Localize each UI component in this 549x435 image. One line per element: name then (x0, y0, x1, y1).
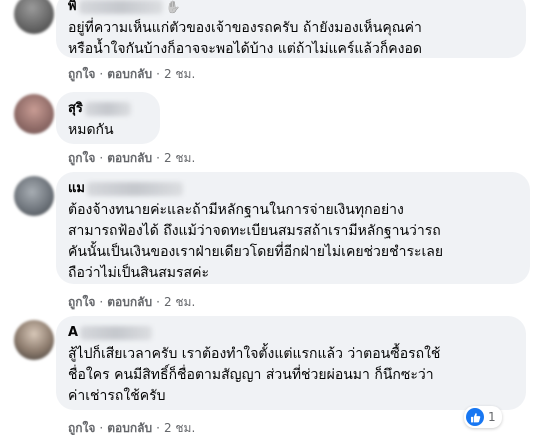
separator: · (99, 295, 104, 309)
reply-link[interactable]: ตอบกลับ (107, 151, 152, 165)
timestamp[interactable]: 2 ชม. (164, 421, 195, 435)
author-name[interactable]: A (68, 324, 78, 342)
name-redaction (80, 326, 153, 340)
separator: · (156, 295, 160, 309)
reaction-badge[interactable]: 1 (464, 406, 502, 428)
comment-text: สู้ไปก็เสียเวลาครับ เราต้องทำใจตั้งแต่แร… (68, 346, 441, 404)
like-link[interactable]: ถูกใจ (68, 295, 95, 309)
author-name[interactable]: พิ (68, 0, 77, 16)
reply-link[interactable]: ตอบกลับ (107, 421, 152, 435)
like-thumb-icon (466, 408, 484, 426)
like-link[interactable]: ถูกใจ (68, 151, 95, 165)
comment-actions: ถูกใจ · ตอบกลับ · 2 ชม. (68, 150, 195, 166)
hand-emoji-icon: ✋ (165, 0, 181, 14)
author-name[interactable]: แม (68, 180, 85, 198)
comment-actions: ถูกใจ · ตอบกลับ · 2 ชม. (68, 66, 195, 82)
reply-link[interactable]: ตอบกลับ (107, 67, 152, 81)
timestamp[interactable]: 2 ชม. (164, 295, 195, 309)
comment-bubble: สุริ หมดกัน (56, 92, 160, 144)
comment-bubble: พิ ✋ อยู่ที่ความเห็นแก่ตัวของเจ้าของรถคร… (56, 0, 526, 58)
comment-text: หมดกัน (68, 122, 114, 138)
like-link[interactable]: ถูกใจ (68, 421, 95, 435)
author-row: พิ ✋ (68, 0, 514, 16)
separator: · (99, 67, 104, 81)
comment-bubble: A สู้ไปก็เสียเวลาครับ เราต้องทำใจตั้งแต่… (56, 316, 526, 410)
comment-text: ต้องจ้างทนายค่ะและถ้ามีหลักฐานในการจ่ายเ… (68, 202, 444, 281)
separator: · (156, 421, 160, 435)
separator: · (156, 151, 160, 165)
timestamp[interactable]: 2 ชม. (164, 151, 195, 165)
separator: · (99, 151, 104, 165)
avatar[interactable] (14, 94, 54, 134)
comment-actions: ถูกใจ · ตอบกลับ · 2 ชม. (68, 420, 195, 435)
separator: · (156, 67, 160, 81)
name-redaction (84, 102, 131, 116)
avatar[interactable] (14, 176, 54, 216)
comment-bubble: แม ต้องจ้างทนายค่ะและถ้ามีหลักฐานในการจ่… (56, 172, 530, 284)
author-row: แม (68, 180, 518, 198)
name-redaction (86, 182, 183, 196)
timestamp[interactable]: 2 ชม. (164, 67, 195, 81)
author-name[interactable]: สุริ (68, 100, 83, 118)
author-row: สุริ (68, 100, 148, 118)
avatar[interactable] (14, 0, 54, 34)
comment-text: อยู่ที่ความเห็นแก่ตัวของเจ้าของรถครับ ถ้… (68, 20, 423, 57)
like-link[interactable]: ถูกใจ (68, 67, 95, 81)
reply-link[interactable]: ตอบกลับ (107, 295, 152, 309)
avatar[interactable] (14, 320, 54, 360)
name-redaction (78, 0, 163, 14)
comment-actions: ถูกใจ · ตอบกลับ · 2 ชม. (68, 294, 195, 310)
author-row: A (68, 324, 514, 342)
separator: · (99, 421, 104, 435)
reaction-count: 1 (488, 410, 496, 424)
comment-feed: พิ ✋ อยู่ที่ความเห็นแก่ตัวของเจ้าของรถคร… (0, 0, 549, 435)
